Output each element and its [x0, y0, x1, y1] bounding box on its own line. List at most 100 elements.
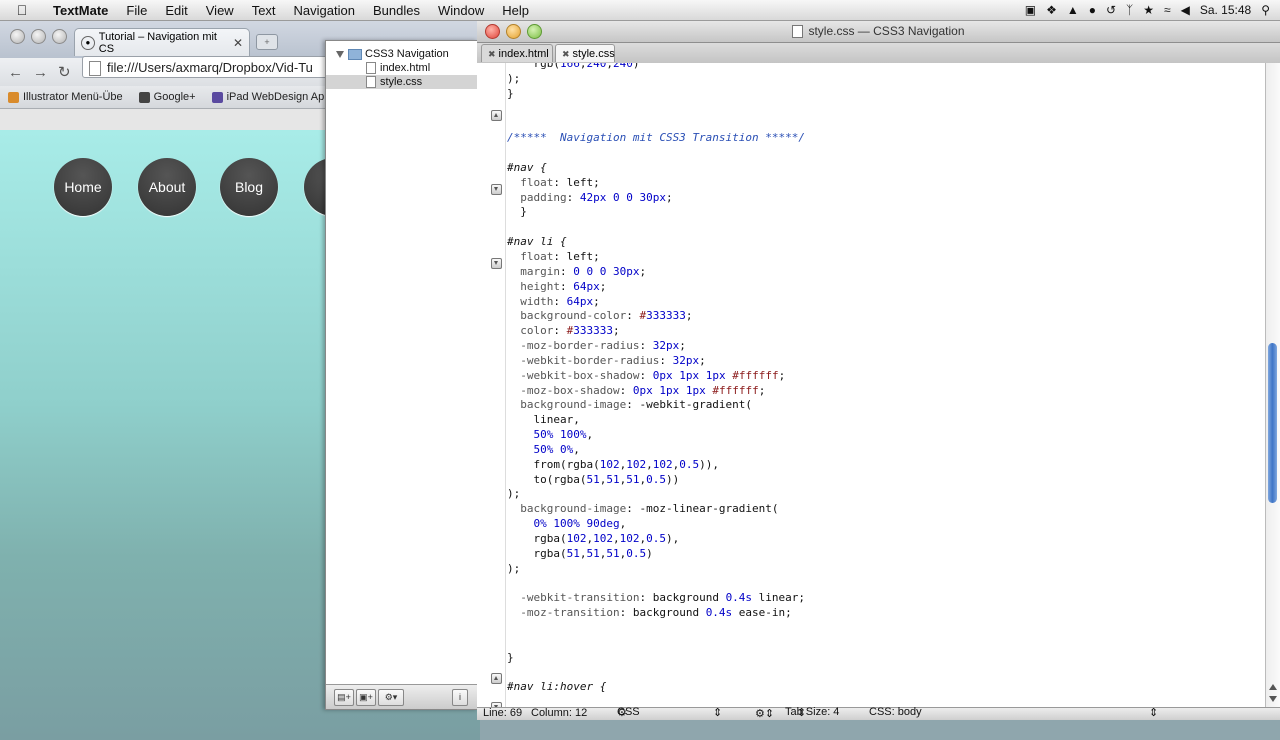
clock[interactable]: Sa. 15:48: [1200, 3, 1251, 17]
close-icon[interactable]: [10, 29, 25, 44]
tab-style-css[interactable]: ✖ style.css: [555, 44, 615, 62]
address-bar-url: file:///Users/axmarq/Dropbox/Vid-Tu: [107, 60, 313, 75]
new-folder-button[interactable]: ▣+: [356, 689, 376, 706]
textmate-window: style.css — CSS3 Navigation ✖ index.html …: [477, 20, 1280, 720]
code-line: );: [507, 487, 521, 501]
camera-icon[interactable]: ▣: [1025, 3, 1036, 17]
menu-help[interactable]: Help: [493, 3, 538, 18]
bookmark-item[interactable]: Google+: [138, 91, 196, 103]
new-tab-button[interactable]: +: [256, 34, 278, 50]
wifi-icon[interactable]: ≈: [1164, 3, 1171, 17]
code-line: 50% 100%,: [533, 428, 594, 442]
drawer-footer: ▤+ ▣+ ⚙▾ i: [326, 684, 478, 709]
info-button[interactable]: i: [452, 689, 468, 706]
page-icon: [89, 61, 101, 76]
nav-about[interactable]: About: [138, 158, 196, 216]
code-line: #nav {: [507, 160, 547, 174]
file-tree: CSS3 Navigation index.html style.css: [326, 41, 478, 89]
menu-bar:  TextMate File Edit View Text Navigatio…: [0, 0, 1280, 21]
time-machine-icon[interactable]: ↺: [1106, 3, 1116, 17]
scroll-up-icon[interactable]: [1269, 684, 1277, 690]
nav-blog[interactable]: Blog: [220, 158, 278, 216]
browser-tab-title: Tutorial – Navigation mit CS: [98, 30, 217, 55]
code-line: width: 64px;: [520, 294, 600, 308]
dropbox-icon[interactable]: ❖: [1046, 3, 1057, 17]
code-line: height: 64px;: [520, 279, 607, 293]
code-line: background-color: #333333;: [520, 309, 693, 323]
sync-icon[interactable]: ★: [1143, 3, 1154, 17]
forward-icon[interactable]: →: [33, 64, 48, 81]
file-icon: [366, 76, 376, 89]
gutter: [477, 63, 506, 708]
browser-window-controls: [10, 29, 67, 44]
code-line: -webkit-box-shadow: 0px 1px 1px #ffffff;: [520, 368, 786, 382]
code-line: 0% 100% 90deg,: [533, 517, 627, 531]
bookmark-item[interactable]: iPad WebDesign Ap: [211, 91, 324, 103]
project-folder[interactable]: CSS3 Navigation: [326, 47, 478, 61]
bookmark-item[interactable]: Illustrator Menü-Übe: [8, 91, 123, 103]
file-item-style[interactable]: style.css: [326, 75, 478, 89]
code-line: float: left;: [520, 175, 600, 189]
fold-marker-icon[interactable]: [491, 110, 502, 121]
scrollbar-thumb[interactable]: [1268, 343, 1277, 503]
evernote-icon[interactable]: ●: [1089, 3, 1096, 17]
menu-edit[interactable]: Edit: [156, 3, 196, 18]
new-file-button[interactable]: ▤+: [334, 689, 354, 706]
document-icon: [792, 25, 804, 39]
google-plus-icon: [138, 91, 150, 103]
zoom-icon[interactable]: [52, 29, 67, 44]
menu-app[interactable]: TextMate: [44, 3, 117, 18]
tab-close-icon[interactable]: ✖: [488, 49, 496, 59]
code-line: -moz-transition: background 0.4s ease-in…: [520, 606, 792, 620]
browser-tab[interactable]: ● Tutorial – Navigation mit CS ✕: [74, 28, 250, 56]
hat-icon[interactable]: ▲: [1067, 3, 1079, 17]
disclosure-triangle-icon[interactable]: [336, 50, 344, 58]
vertical-scrollbar[interactable]: [1265, 63, 1280, 708]
folder-icon: [348, 48, 362, 60]
tab-index-html[interactable]: ✖ index.html: [481, 44, 553, 62]
code-line: rgb(166,240,240): [507, 63, 640, 70]
gear-icon[interactable]: ⚙▾: [378, 689, 404, 706]
bundle-menu-icon[interactable]: ⚙⇕: [755, 707, 774, 720]
code-line: );: [507, 71, 521, 85]
code-line: }: [507, 86, 514, 100]
menu-file[interactable]: File: [117, 3, 156, 18]
fold-marker-icon[interactable]: [491, 673, 502, 684]
fold-marker-icon[interactable]: [491, 258, 502, 269]
code-line: -moz-border-radius: 32px;: [520, 339, 686, 353]
code-editor[interactable]: rgb(166,240,240));} /***** Navigation mit…: [477, 63, 1266, 708]
minimize-icon[interactable]: [31, 29, 46, 44]
menu-window[interactable]: Window: [429, 3, 493, 18]
nav-home[interactable]: Home: [54, 158, 112, 216]
menu-navigation[interactable]: Navigation: [285, 3, 364, 18]
file-icon: [366, 62, 376, 75]
fold-marker-icon[interactable]: [491, 184, 502, 195]
bluetooth-icon[interactable]: ᛉ: [1126, 3, 1133, 17]
volume-icon[interactable]: ◀: [1181, 3, 1190, 17]
menu-view[interactable]: View: [197, 3, 243, 18]
back-icon[interactable]: ←: [8, 64, 23, 81]
code-line: rgba(51,51,51,0.5): [507, 546, 653, 560]
tab-close-icon[interactable]: ✖: [562, 49, 570, 59]
file-item-index[interactable]: index.html: [326, 61, 478, 75]
window-title: style.css — CSS3 Navigation: [477, 24, 1280, 39]
menu-extras: ▣ ❖ ▲ ● ↺ ᛉ ★ ≈ ◀ Sa. 15:48 ⚲: [1025, 3, 1280, 17]
apple-menu-icon[interactable]: : [0, 2, 44, 18]
scroll-down-icon[interactable]: [1269, 696, 1277, 702]
editor-tab-bar: ✖ index.html ✖ style.css: [477, 43, 1280, 64]
spotlight-icon[interactable]: ⚲: [1261, 3, 1270, 17]
globe-icon: ●: [81, 35, 95, 50]
code-line: to(rgba(51,51,51,0.5)): [507, 472, 680, 486]
code-line: margin: 0 0 0 30px;: [520, 264, 647, 278]
code-line: }: [507, 205, 527, 219]
code-text: rgb(166,240,240));} /***** Navigation mit…: [507, 63, 805, 695]
menu-bundles[interactable]: Bundles: [364, 3, 429, 18]
reload-icon[interactable]: ↻: [58, 63, 71, 81]
tab-close-icon[interactable]: ✕: [233, 36, 243, 50]
menu-text[interactable]: Text: [243, 3, 285, 18]
